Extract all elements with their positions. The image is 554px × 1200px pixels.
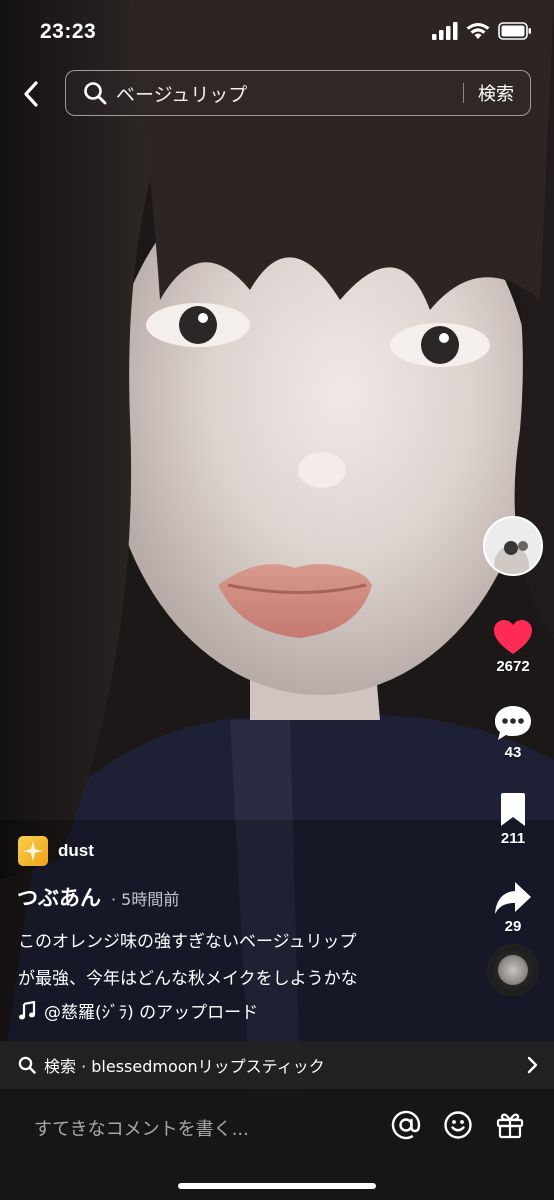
search-bar[interactable]: ベージュリップ 検索	[65, 70, 531, 116]
comment-count: 43	[504, 744, 522, 761]
author-name[interactable]: つぶあん	[17, 882, 101, 912]
like-count: 2672	[496, 658, 530, 675]
wifi-icon	[466, 23, 490, 39]
share-button[interactable]: 29	[481, 880, 545, 935]
caption-line: このオレンジ味の強すぎないベージュリップ	[18, 932, 357, 952]
like-button[interactable]: 2672	[481, 618, 545, 675]
status-icons	[432, 22, 532, 40]
comment-bar: すてきなコメントを書く...	[0, 1089, 554, 1200]
bookmark-icon	[501, 793, 525, 826]
cellular-signal-icon	[432, 22, 458, 40]
save-button[interactable]: 211	[481, 792, 545, 847]
save-count: 211	[500, 830, 526, 847]
battery-icon	[498, 22, 531, 40]
status-bar: 23:23	[0, 0, 554, 64]
sound-link[interactable]: @慈羅(ｼﾞﾗ) のアップロード	[18, 998, 258, 1023]
comment-input[interactable]: すてきなコメントを書く...	[34, 1115, 249, 1141]
speech-bubble-icon	[495, 706, 531, 740]
author-line: つぶあん · 5時間前	[17, 882, 179, 912]
post-time: · 5時間前	[111, 890, 180, 909]
related-search-text: 検索 · blessedmoonリップスティック	[44, 1057, 325, 1076]
share-arrow-icon	[495, 882, 531, 914]
post-caption: このオレンジ味の強すぎないベージュリップ が最強、今年はどんな秋メイクをしようか…	[18, 924, 468, 998]
smiley-icon[interactable]	[442, 1109, 474, 1141]
avatar-image	[485, 518, 541, 574]
caption-line: が最強、今年はどんな秋メイクをしようかな	[18, 969, 358, 989]
chevron-left-icon	[24, 81, 38, 107]
video-screen: 23:23 ベージュリップ 検索 2672 43 211 29 dust つぶあ…	[0, 0, 554, 1200]
search-icon	[82, 80, 108, 106]
sound-name: @慈羅(ｼﾞﾗ) のアップロード	[44, 1003, 259, 1023]
chevron-right-icon	[526, 1056, 538, 1074]
related-search-banner[interactable]: 検索 · blessedmoonリップスティック	[0, 1041, 554, 1089]
search-submit-button[interactable]: 検索	[478, 80, 514, 106]
effect-name: dust	[58, 841, 94, 860]
comment-actions	[390, 1109, 526, 1141]
music-disc-button[interactable]	[487, 944, 539, 996]
gift-icon[interactable]	[494, 1109, 526, 1141]
share-count: 29	[504, 918, 522, 935]
search-input[interactable]: ベージュリップ	[116, 80, 463, 107]
search-icon	[18, 1056, 36, 1074]
at-sign-icon[interactable]	[390, 1109, 422, 1141]
sparkle-icon	[18, 836, 48, 866]
effect-tag[interactable]: dust	[18, 836, 94, 866]
comment-button[interactable]: 43	[481, 704, 545, 761]
heart-icon	[494, 620, 532, 654]
search-divider	[463, 83, 464, 103]
status-time: 23:23	[40, 20, 97, 43]
music-disc-cover	[498, 955, 528, 985]
music-note-icon	[19, 1000, 36, 1019]
back-button[interactable]	[12, 74, 50, 114]
creator-avatar[interactable]	[483, 516, 543, 576]
home-indicator[interactable]	[178, 1183, 376, 1189]
